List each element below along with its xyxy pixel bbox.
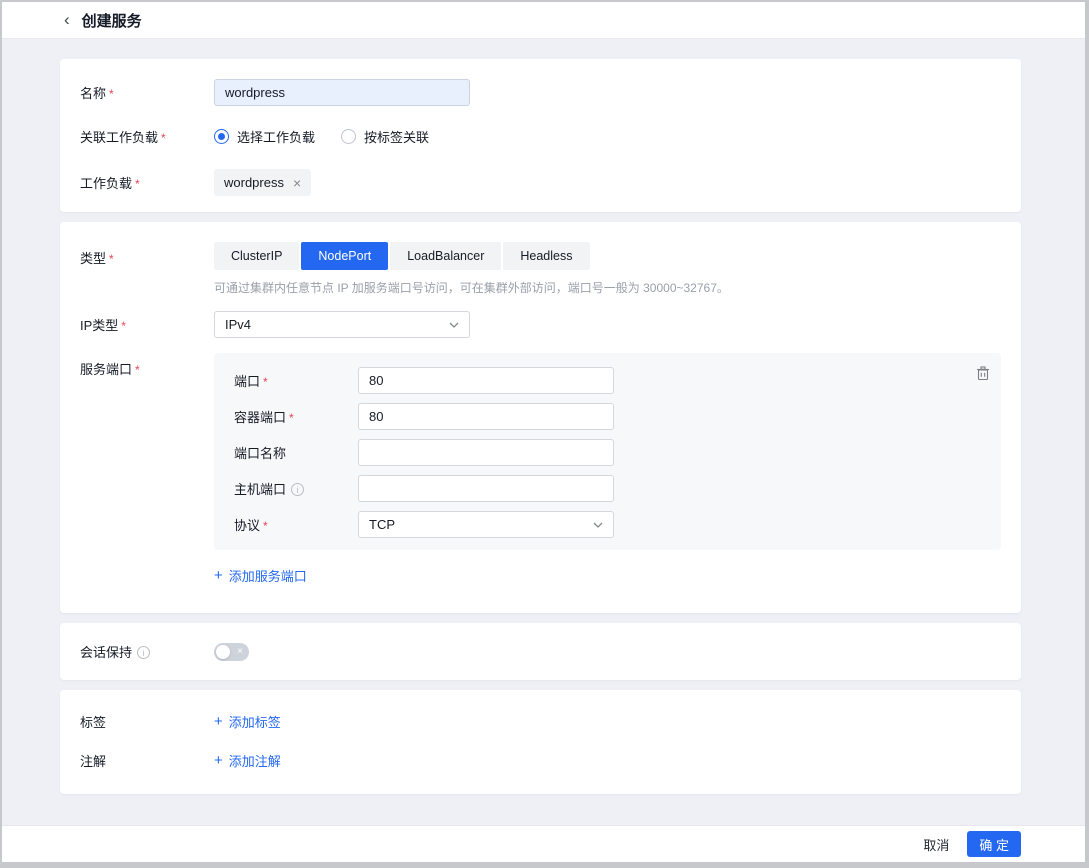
page-header: ‹ 创建服务 <box>2 2 1085 39</box>
port-name-field-row: 端口名称 <box>234 439 981 466</box>
container-port-field-row: 容器端口* <box>234 403 981 430</box>
required-mark: * <box>109 252 114 266</box>
delete-port-icon[interactable] <box>976 366 990 381</box>
add-port-row: + 添加服务端口 <box>214 566 1001 585</box>
plus-icon: + <box>214 753 223 768</box>
confirm-button[interactable]: 确 定 <box>967 831 1021 857</box>
add-service-port-link[interactable]: + 添加服务端口 <box>214 566 307 585</box>
radio-on-icon <box>214 129 229 144</box>
toggle-off-icon: × <box>237 646 243 658</box>
name-input[interactable] <box>214 79 470 106</box>
session-affinity-toggle[interactable]: × <box>214 643 249 661</box>
service-port-panel: 端口* 容器端口* 端口名称 <box>214 353 1001 550</box>
workload-tag-text: wordpress <box>224 175 284 190</box>
type-tabs: ClusterIP NodePort LoadBalancer Headless <box>214 242 590 270</box>
radio-by-label[interactable]: 按标签关联 <box>341 127 429 146</box>
workload-label: 工作负载* <box>80 173 214 192</box>
cancel-button[interactable]: 取消 <box>913 830 959 859</box>
required-mark: * <box>263 519 268 533</box>
info-icon[interactable] <box>137 646 150 659</box>
chevron-down-icon <box>593 522 603 528</box>
workload-tag: wordpress × <box>214 169 311 196</box>
port-label: 端口* <box>234 371 358 390</box>
service-type-card: 类型* ClusterIP NodePort LoadBalancer Head… <box>60 222 1021 613</box>
radio-label: 选择工作负载 <box>237 127 315 146</box>
ip-type-select[interactable]: IPv4 <box>214 311 470 338</box>
basic-info-card: 名称* 关联工作负载* 选择工作负载 按标签关联 工作负载 <box>60 59 1021 212</box>
workload-row: 工作负载* wordpress × <box>80 169 1001 196</box>
type-label: 类型* <box>80 242 214 267</box>
protocol-label: 协议* <box>234 515 358 534</box>
form-content: 名称* 关联工作负载* 选择工作负载 按标签关联 工作负载 <box>2 39 1085 825</box>
ip-type-row: IP类型* IPv4 <box>80 311 1001 338</box>
required-mark: * <box>263 375 268 389</box>
add-annotation-link[interactable]: + 添加注解 <box>214 751 281 770</box>
name-row: 名称* <box>80 79 1001 106</box>
port-input[interactable] <box>358 367 614 394</box>
labels-annotations-card: 标签 + 添加标签 注解 + 添加注解 <box>60 690 1021 794</box>
chevron-down-icon <box>449 322 459 328</box>
labels-label: 标签 <box>80 712 214 731</box>
host-port-label: 主机端口 <box>234 479 358 498</box>
ip-type-value: IPv4 <box>225 317 251 332</box>
tag-remove-icon[interactable]: × <box>293 176 301 190</box>
required-mark: * <box>135 363 140 377</box>
workload-assoc-label: 关联工作负载* <box>80 127 214 146</box>
host-port-input[interactable] <box>358 475 614 502</box>
container-port-input[interactable] <box>358 403 614 430</box>
annotations-label: 注解 <box>80 751 214 770</box>
required-mark: * <box>289 411 294 425</box>
name-label: 名称* <box>80 83 214 102</box>
protocol-field-row: 协议* TCP <box>234 511 981 538</box>
plus-icon: + <box>214 568 223 583</box>
tab-clusterip[interactable]: ClusterIP <box>214 242 299 270</box>
info-icon[interactable] <box>291 483 304 496</box>
host-port-field-row: 主机端口 <box>234 475 981 502</box>
ip-type-label: IP类型* <box>80 315 214 334</box>
back-icon[interactable]: ‹ <box>64 11 70 30</box>
type-row: 类型* ClusterIP NodePort LoadBalancer Head… <box>80 242 1001 270</box>
service-ports-label: 服务端口* <box>80 353 214 378</box>
port-field-row: 端口* <box>234 367 981 394</box>
port-name-input[interactable] <box>358 439 614 466</box>
radio-off-icon <box>341 129 356 144</box>
page-title: 创建服务 <box>82 10 142 31</box>
session-affinity-row: 会话保持 × <box>80 642 1001 661</box>
service-ports-row: 服务端口* 端口* <box>80 353 1001 550</box>
create-service-page: ‹ 创建服务 名称* 关联工作负载* 选择工作负载 <box>0 0 1089 868</box>
protocol-select[interactable]: TCP <box>358 511 614 538</box>
container-port-label: 容器端口* <box>234 407 358 426</box>
footer-bar: 取消 确 定 <box>2 825 1085 862</box>
plus-icon: + <box>214 714 223 729</box>
required-mark: * <box>109 87 114 101</box>
required-mark: * <box>121 319 126 333</box>
radio-label: 按标签关联 <box>364 127 429 146</box>
add-label-link[interactable]: + 添加标签 <box>214 712 281 731</box>
tab-loadbalancer[interactable]: LoadBalancer <box>390 242 501 270</box>
tab-headless[interactable]: Headless <box>503 242 589 270</box>
protocol-value: TCP <box>369 517 395 532</box>
annotations-row: 注解 + 添加注解 <box>80 751 1001 770</box>
session-affinity-card: 会话保持 × <box>60 623 1021 680</box>
workload-assoc-row: 关联工作负载* 选择工作负载 按标签关联 <box>80 127 1001 146</box>
session-affinity-label: 会话保持 <box>80 642 214 661</box>
type-description: 可通过集群内任意节点 IP 加服务端口号访问，可在集群外部访问，端口号一般为 3… <box>214 279 1001 296</box>
labels-row: 标签 + 添加标签 <box>80 712 1001 731</box>
required-mark: * <box>135 177 140 191</box>
required-mark: * <box>161 131 166 145</box>
port-name-label: 端口名称 <box>234 443 358 462</box>
tab-nodeport[interactable]: NodePort <box>301 242 388 270</box>
radio-select-workload[interactable]: 选择工作负载 <box>214 127 315 146</box>
